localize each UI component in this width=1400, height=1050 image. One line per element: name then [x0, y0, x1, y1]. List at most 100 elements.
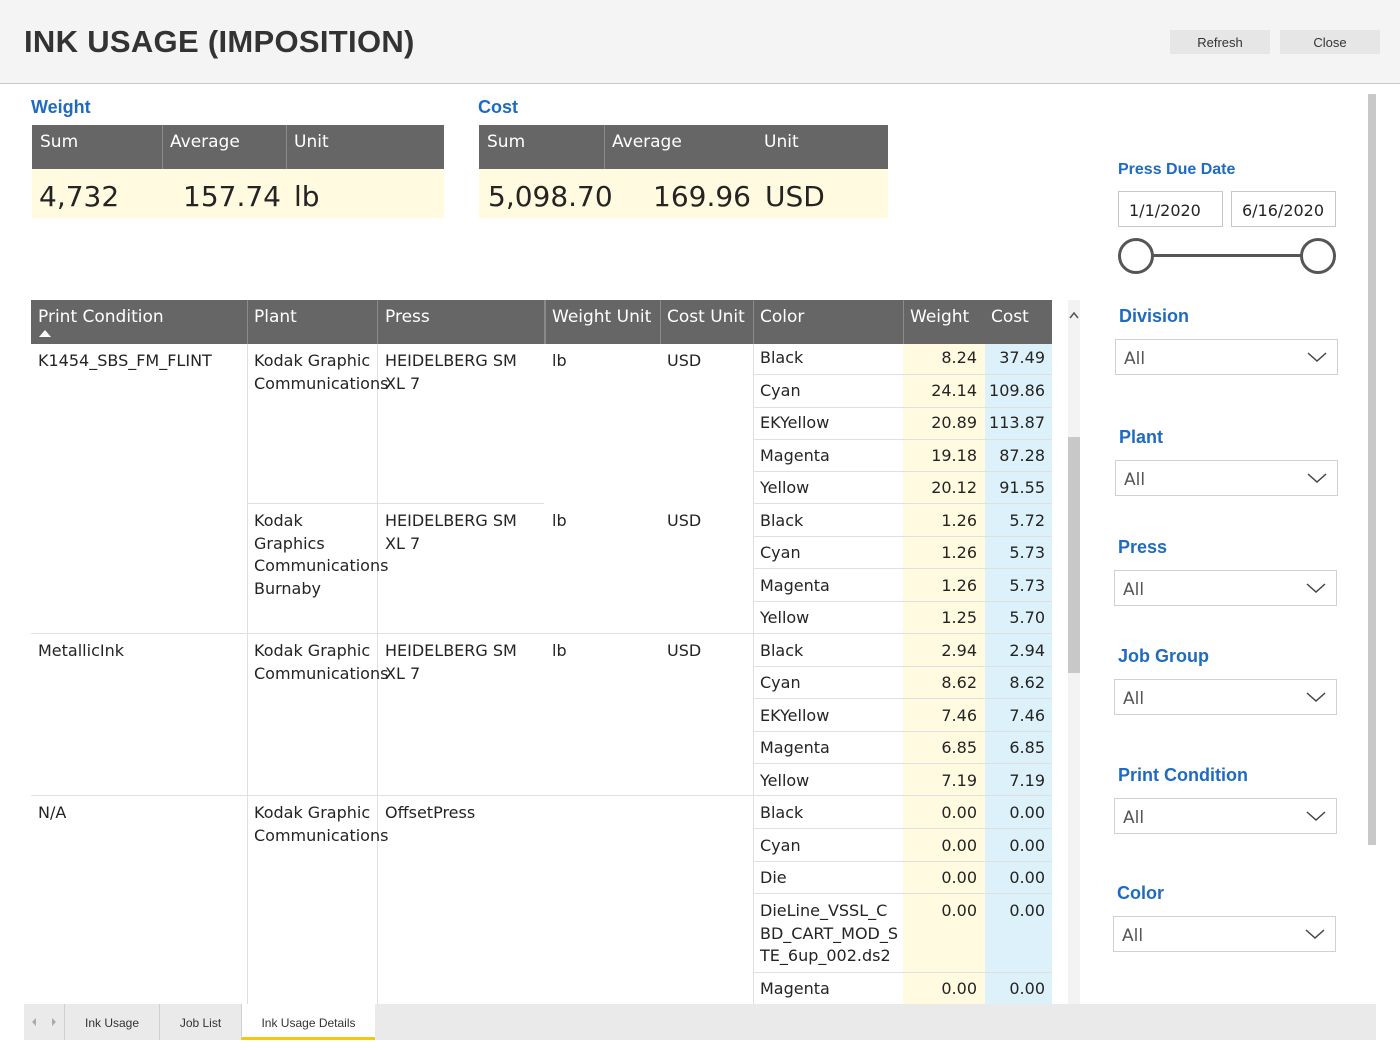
table-header: Print Condition Plant Press Weight Unit …: [31, 300, 1052, 344]
chevron-down-icon: [1307, 473, 1327, 484]
table-body: K1454_SBS_FM_FLINT Kodak Graphic Communi…: [31, 344, 1052, 1005]
page-scrollbar[interactable]: [1368, 94, 1376, 845]
job-group-filter-label: Job Group: [1118, 646, 1209, 666]
plant-cell: Kodak Graphic Communications: [254, 351, 389, 393]
press-cell: HEIDELBERG SM XL 7: [385, 641, 517, 683]
tab-prev-icon[interactable]: [32, 1018, 36, 1026]
date-range-slider-track[interactable]: [1136, 254, 1318, 257]
cost-cell: 0.00: [1009, 901, 1045, 920]
weight-cell: 8.24: [941, 348, 977, 367]
chevron-down-icon: [1306, 583, 1326, 594]
plant-cell: Kodak Graphics Communications Burnaby: [254, 511, 389, 598]
color-cell: Cyan: [760, 543, 801, 562]
sort-ascending-icon: [39, 330, 51, 337]
column-header-color[interactable]: Color: [760, 307, 804, 327]
color-cell: Black: [760, 348, 804, 367]
weight-cell: 19.18: [931, 446, 977, 465]
color-dropdown-value: All: [1122, 926, 1144, 946]
refresh-button[interactable]: Refresh: [1170, 30, 1270, 54]
chevron-down-icon: [1305, 929, 1325, 940]
cost-cell: 87.28: [999, 446, 1045, 465]
weight-sum-header: Sum: [40, 132, 79, 152]
cost-unit-cell: USD: [667, 351, 702, 370]
date-range-start-handle[interactable]: [1118, 238, 1154, 274]
cost-sum-header: Sum: [487, 132, 526, 152]
weight-cell: 0.00: [941, 803, 977, 822]
color-cell: DieLine_VSSL_CBD_CART_MOD_STE_6up_002.ds…: [760, 901, 899, 965]
tab-next-icon[interactable]: [52, 1018, 56, 1026]
chevron-down-icon: [1307, 352, 1327, 363]
color-cell: Magenta: [760, 446, 830, 465]
column-header-plant[interactable]: Plant: [254, 307, 297, 327]
column-header-cost[interactable]: Cost: [991, 307, 1029, 327]
weight-cell: 0.00: [941, 836, 977, 855]
cost-cell: 7.46: [1009, 706, 1045, 725]
color-filter-label: Color: [1117, 883, 1164, 903]
print-condition-dropdown-value: All: [1123, 808, 1145, 828]
cost-sum-value: 5,098.70: [488, 180, 613, 213]
weight-cell: 2.94: [941, 641, 977, 660]
start-date-input[interactable]: 1/1/2020: [1118, 191, 1223, 227]
color-cell: Yellow: [760, 771, 810, 790]
print-condition-dropdown[interactable]: All: [1114, 798, 1337, 834]
cost-card-header: Sum Average Unit: [479, 125, 888, 169]
scroll-up-icon[interactable]: [1069, 311, 1079, 319]
job-group-dropdown-value: All: [1123, 689, 1145, 709]
cost-cell: 6.85: [1009, 738, 1045, 757]
color-cell: Magenta: [760, 576, 830, 595]
press-cell: HEIDELBERG SM XL 7: [385, 511, 517, 553]
cost-card: Sum Average Unit 5,098.70 169.96 USD: [479, 125, 888, 218]
tab-job-list[interactable]: Job List: [159, 1004, 241, 1040]
color-cell: Black: [760, 511, 804, 530]
column-header-print-condition[interactable]: Print Condition: [38, 307, 164, 327]
color-cell: Cyan: [760, 673, 801, 692]
press-filter-label: Press: [1118, 537, 1168, 557]
end-date-input[interactable]: 6/16/2020: [1231, 191, 1336, 227]
plant-cell: Kodak Graphic Communications: [254, 641, 389, 683]
date-range-end-handle[interactable]: [1300, 238, 1336, 274]
division-filter-label: Division: [1119, 306, 1190, 326]
press-dropdown[interactable]: All: [1114, 570, 1337, 606]
tab-ink-usage[interactable]: Ink Usage: [64, 1004, 159, 1040]
weight-cell: 0.00: [941, 979, 977, 998]
weight-cell: 1.25: [941, 608, 977, 627]
color-cell: EKYellow: [760, 413, 830, 432]
tab-ink-usage-details[interactable]: Ink Usage Details: [241, 1004, 375, 1040]
cost-unit-cell: USD: [667, 511, 702, 530]
title-bar: INK USAGE (IMPOSITION) Refresh Close: [0, 0, 1400, 84]
cost-cell: 0.00: [1009, 868, 1045, 887]
weight-cell: 20.12: [931, 478, 977, 497]
plant-cell: Kodak Graphic Communications: [254, 803, 389, 845]
print-condition-filter-label: Print Condition: [1118, 765, 1248, 785]
column-header-weight-unit[interactable]: Weight Unit: [552, 307, 651, 327]
job-group-dropdown[interactable]: All: [1114, 679, 1337, 715]
press-dropdown-value: All: [1123, 580, 1145, 600]
cost-cell: 2.94: [1009, 641, 1045, 660]
close-button[interactable]: Close: [1280, 30, 1380, 54]
weight-cell: 1.26: [941, 576, 977, 595]
weight-sum-value: 4,732: [39, 180, 120, 213]
cost-cell: 109.86: [989, 381, 1045, 400]
weight-cell: 24.14: [931, 381, 977, 400]
column-header-cost-unit[interactable]: Cost Unit: [667, 307, 745, 327]
weight-unit-cell: lb: [552, 351, 567, 370]
color-dropdown[interactable]: All: [1113, 916, 1336, 952]
weight-cell: 0.00: [941, 901, 977, 920]
page-tabs: Ink Usage Job List Ink Usage Details: [24, 1004, 1376, 1040]
column-header-weight[interactable]: Weight: [910, 307, 969, 327]
weight-card: Sum Average Unit 4,732 157.74 lb: [32, 125, 444, 218]
column-header-press[interactable]: Press: [385, 307, 430, 327]
weight-card-header: Sum Average Unit: [32, 125, 444, 169]
table-scrollbar[interactable]: [1068, 300, 1080, 1005]
table-scrollbar-thumb[interactable]: [1068, 437, 1080, 673]
plant-dropdown[interactable]: All: [1115, 460, 1338, 496]
cost-average-header: Average: [612, 132, 682, 152]
division-dropdown[interactable]: All: [1115, 339, 1338, 375]
weight-cell: 1.26: [941, 511, 977, 530]
cost-average-value: 169.96: [653, 180, 751, 213]
cost-unit-header: Unit: [764, 132, 799, 152]
cost-cell: 7.19: [1009, 771, 1045, 790]
color-cell: Magenta: [760, 979, 830, 998]
color-cell: EKYellow: [760, 706, 830, 725]
weight-average-header: Average: [170, 132, 240, 152]
